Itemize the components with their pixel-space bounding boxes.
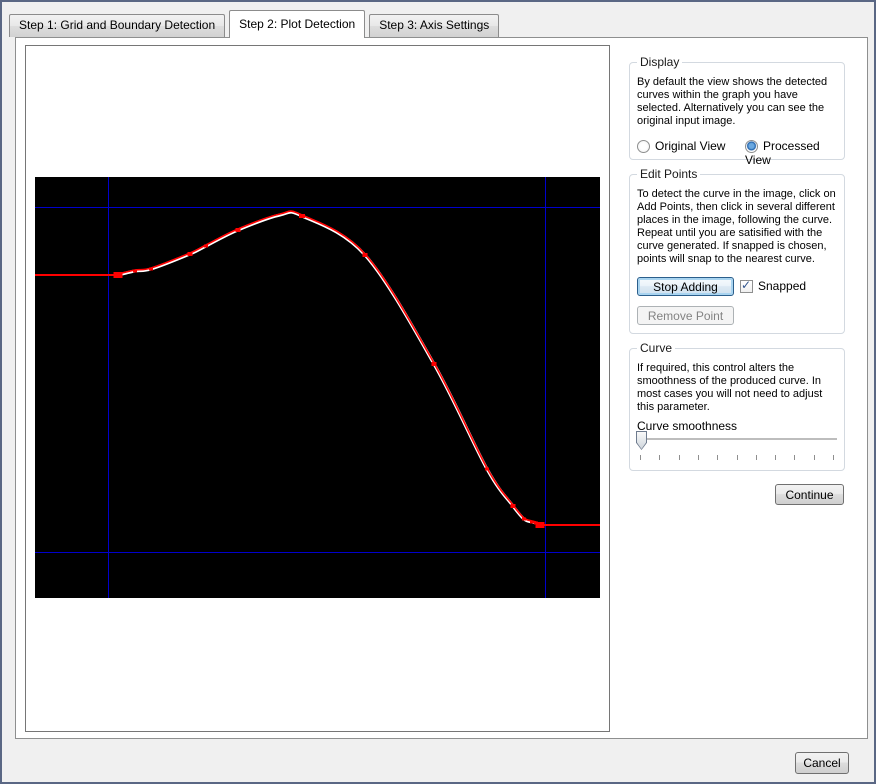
tab-step3-axis-settings[interactable]: Step 3: Axis Settings xyxy=(369,14,499,37)
remove-point-button[interactable]: Remove Point xyxy=(637,306,734,325)
curve-group-text: If required, this control alters the smo… xyxy=(637,362,837,414)
curve-group-title: Curve xyxy=(637,341,675,355)
processed-image-canvas[interactable] xyxy=(35,177,600,598)
cancel-button[interactable]: Cancel xyxy=(795,752,849,774)
tab-page: Display By default the view shows the de… xyxy=(15,37,868,739)
processed-view-option[interactable]: Processed View xyxy=(745,139,839,167)
plot-detection-dialog: Step 1: Grid and Boundary DetectionStep … xyxy=(0,0,876,784)
image-view-panel xyxy=(25,45,610,732)
check-icon: ✓ xyxy=(741,278,751,292)
display-group-text: By default the view shows the detected c… xyxy=(637,76,837,128)
display-group-title: Display xyxy=(637,55,682,69)
view-radio-row: Original View Processed View xyxy=(637,139,839,155)
curve-group: Curve If required, this control alters t… xyxy=(629,348,845,471)
edit-points-group: Edit Points To detect the curve in the i… xyxy=(629,174,845,334)
slider-tick-marks xyxy=(640,455,834,460)
curve-smoothness-slider-thumb[interactable] xyxy=(636,431,647,450)
original-view-label: Original View xyxy=(655,139,725,153)
snapped-checkbox[interactable]: ✓ xyxy=(740,280,753,293)
processed-view-radio[interactable] xyxy=(745,140,758,153)
display-group: Display By default the view shows the de… xyxy=(629,62,845,160)
tab-step2-plot-detection[interactable]: Step 2: Plot Detection xyxy=(229,10,365,38)
edit-points-group-text: To detect the curve in the image, click … xyxy=(637,188,837,266)
continue-button[interactable]: Continue xyxy=(775,484,844,505)
dialog-bottom-bar xyxy=(2,737,874,782)
stop-adding-button[interactable]: Stop Adding xyxy=(637,277,734,296)
original-view-option[interactable]: Original View xyxy=(637,139,725,153)
curve-smoothness-label: Curve smoothness xyxy=(637,419,737,433)
original-view-radio[interactable] xyxy=(637,140,650,153)
detected-curve-plot xyxy=(35,177,600,598)
wizard-tabbar: Step 1: Grid and Boundary DetectionStep … xyxy=(9,10,503,38)
tab-step1-grid-boundary[interactable]: Step 1: Grid and Boundary Detection xyxy=(9,14,225,37)
curve-smoothness-slider-track[interactable] xyxy=(637,438,837,441)
snapped-option[interactable]: ✓ Snapped xyxy=(740,279,806,293)
snapped-label: Snapped xyxy=(758,279,806,293)
edit-points-group-title: Edit Points xyxy=(637,167,700,181)
